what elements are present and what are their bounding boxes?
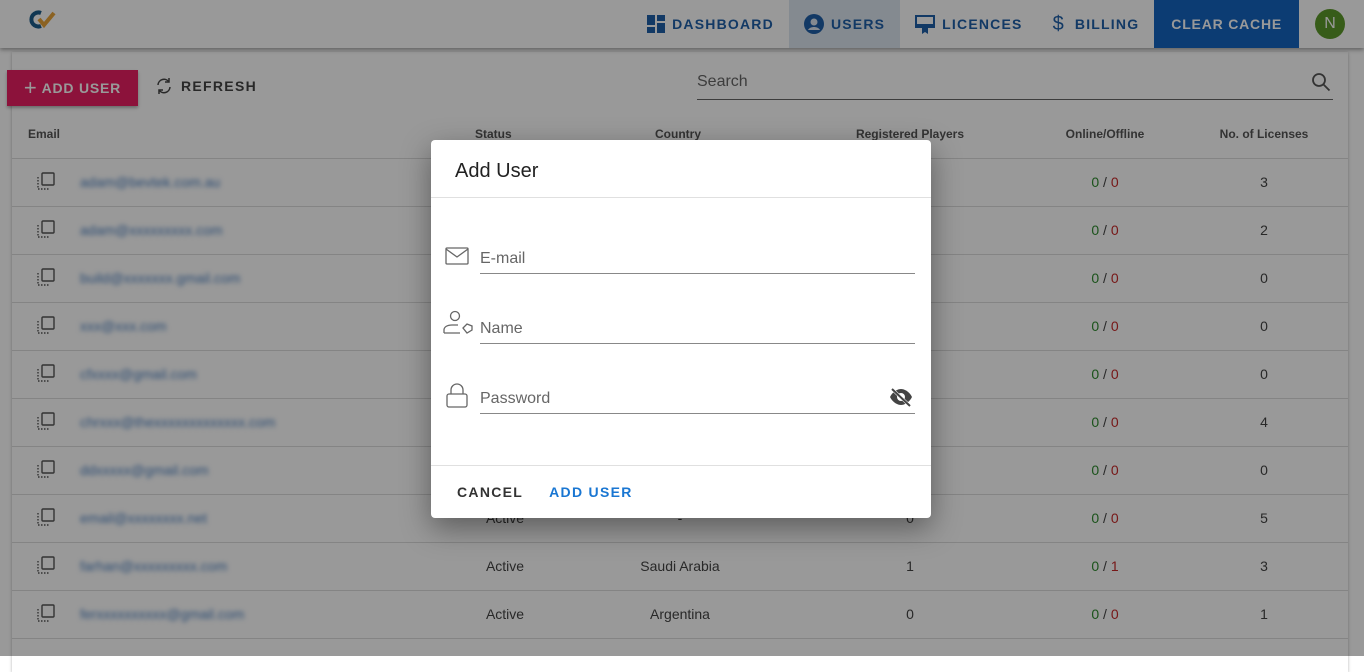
- password-field: [443, 378, 915, 418]
- add-user-submit-button[interactable]: ADD USER: [540, 484, 642, 500]
- email-input[interactable]: [480, 238, 915, 274]
- add-user-dialog: Add User CANCEL ADD USER: [431, 140, 931, 518]
- email-field: [443, 238, 915, 278]
- eye-off-icon[interactable]: [889, 387, 913, 407]
- password-input[interactable]: [480, 378, 915, 414]
- envelope-icon: [445, 247, 469, 265]
- lock-icon: [446, 383, 468, 408]
- name-field: [443, 308, 915, 348]
- user-tag-icon: [443, 310, 473, 334]
- name-input[interactable]: [480, 308, 915, 344]
- dialog-actions: CANCEL ADD USER: [431, 465, 931, 518]
- cancel-button[interactable]: CANCEL: [448, 484, 532, 500]
- dialog-title: Add User: [431, 140, 931, 198]
